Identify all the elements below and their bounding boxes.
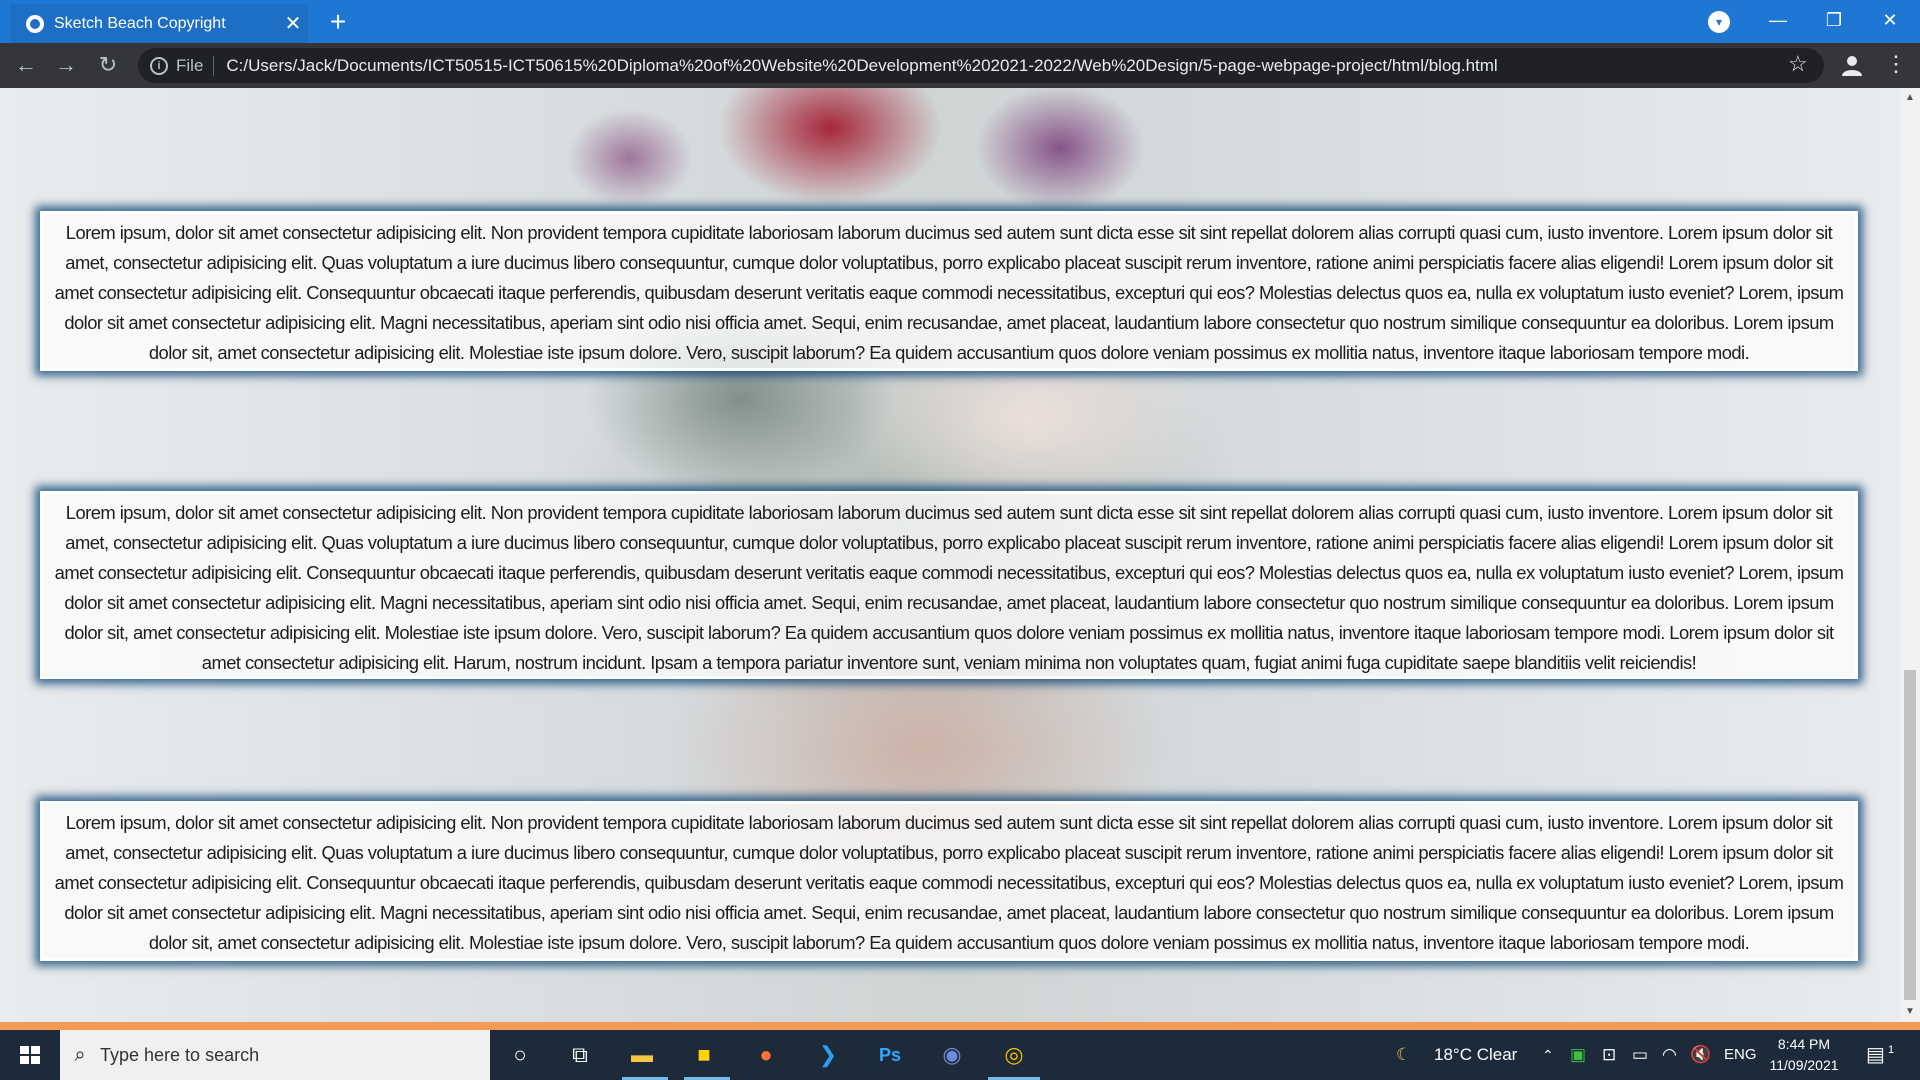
scroll-down-arrow-icon[interactable]: ▼: [1904, 1006, 1916, 1018]
notification-count: 1: [1888, 1044, 1895, 1056]
clock-date: 11/09/2021: [1769, 1057, 1839, 1073]
omnibox-separator: [213, 55, 215, 76]
vscode-icon[interactable]: ❯: [808, 1035, 848, 1075]
close-window-button[interactable]: ✕: [1862, 0, 1918, 43]
search-placeholder: Type here to search: [100, 1044, 260, 1065]
address-bar[interactable]: i File C:/Users/Jack/Documents/ICT50515-…: [138, 48, 1824, 83]
restore-button[interactable]: ❐: [1806, 0, 1862, 43]
chevron-up-icon[interactable]: ⌃: [1542, 1030, 1554, 1080]
page-viewport: Lorem ipsum, dolor sit amet consectetur …: [0, 88, 1900, 1022]
account-icon[interactable]: [1840, 53, 1864, 77]
browser-toolbar: ← → ↻ i File C:/Users/Jack/Documents/ICT…: [0, 43, 1920, 88]
wifi-icon[interactable]: ◠: [1662, 1030, 1677, 1080]
language-indicator[interactable]: ENG: [1724, 1030, 1757, 1080]
scroll-thumb[interactable]: [1904, 670, 1916, 1000]
info-icon[interactable]: i: [150, 56, 168, 75]
page-scrollbar[interactable]: ▲ ▼: [1900, 88, 1920, 1022]
weather-text[interactable]: 18°C Clear: [1434, 1030, 1517, 1080]
blog-paragraph: Lorem ipsum, dolor sit amet consectetur …: [54, 222, 1844, 363]
volume-muted-icon[interactable]: 🔇: [1690, 1030, 1711, 1080]
scroll-up-arrow-icon[interactable]: ▲: [1904, 92, 1916, 104]
firefox-icon[interactable]: ●: [746, 1035, 786, 1075]
browser-tab-active[interactable]: Sketch Beach Copyright ✕: [10, 4, 308, 43]
blog-text-box: Lorem ipsum, dolor sit amet consectetur …: [40, 801, 1858, 961]
reload-icon[interactable]: ↻: [92, 49, 124, 81]
tab-search-icon[interactable]: ▾: [1708, 11, 1730, 33]
cortana-icon[interactable]: ○: [500, 1035, 540, 1075]
url-text[interactable]: C:/Users/Jack/Documents/ICT50515-ICT5061…: [226, 56, 1497, 76]
browser-titlebar: Sketch Beach Copyright ✕ + ▾ — ❐ ✕: [0, 0, 1920, 43]
back-arrow-icon[interactable]: ←: [10, 49, 42, 81]
tab-title: Sketch Beach Copyright: [54, 14, 226, 32]
file-explorer-icon[interactable]: ▬: [622, 1035, 662, 1075]
new-tab-button[interactable]: +: [322, 6, 354, 38]
photoshop-icon[interactable]: Ps: [870, 1035, 910, 1075]
page-footer-strip: [0, 1022, 1920, 1030]
battery-icon[interactable]: ▭: [1632, 1030, 1648, 1080]
moon-icon: ☾: [1396, 1045, 1412, 1064]
sticky-notes-icon[interactable]: ■: [684, 1035, 724, 1075]
device-tray-icon[interactable]: ⊡: [1602, 1030, 1616, 1080]
taskbar-clock[interactable]: 8:44 PM 11/09/2021: [1762, 1034, 1846, 1076]
blog-paragraph: Lorem ipsum, dolor sit amet consectetur …: [54, 502, 1844, 673]
minimize-button[interactable]: —: [1750, 0, 1806, 43]
taskbar-search-box[interactable]: ⌕ Type here to search: [60, 1030, 490, 1080]
discord-icon[interactable]: ◉: [932, 1035, 972, 1075]
windows-taskbar: ⌕ Type here to search ○ ⧉ ▬ ■ ● ❯ Ps ◉ ◎…: [0, 1030, 1920, 1080]
tab-close-icon[interactable]: ✕: [278, 11, 308, 36]
blog-paragraph: Lorem ipsum, dolor sit amet consectetur …: [54, 812, 1844, 953]
search-icon: ⌕: [74, 1043, 86, 1066]
chrome-icon[interactable]: ◎: [994, 1035, 1034, 1075]
task-view-icon[interactable]: ⧉: [560, 1035, 600, 1075]
star-icon[interactable]: ☆: [1788, 51, 1808, 77]
url-scheme: File: [176, 55, 204, 75]
blog-text-box: Lorem ipsum, dolor sit amet consectetur …: [40, 491, 1858, 679]
clock-time: 8:44 PM: [1777, 1036, 1831, 1052]
blog-text-box: Lorem ipsum, dolor sit amet consectetur …: [40, 211, 1858, 371]
windows-start-icon[interactable]: [0, 1030, 60, 1080]
app-tray-icon[interactable]: ▣: [1570, 1030, 1586, 1080]
globe-favicon-icon: [26, 14, 44, 33]
notification-icon[interactable]: ▤: [1866, 1030, 1885, 1080]
kebab-menu-icon[interactable]: ⋮: [1885, 51, 1907, 77]
forward-arrow-icon[interactable]: →: [50, 49, 82, 81]
